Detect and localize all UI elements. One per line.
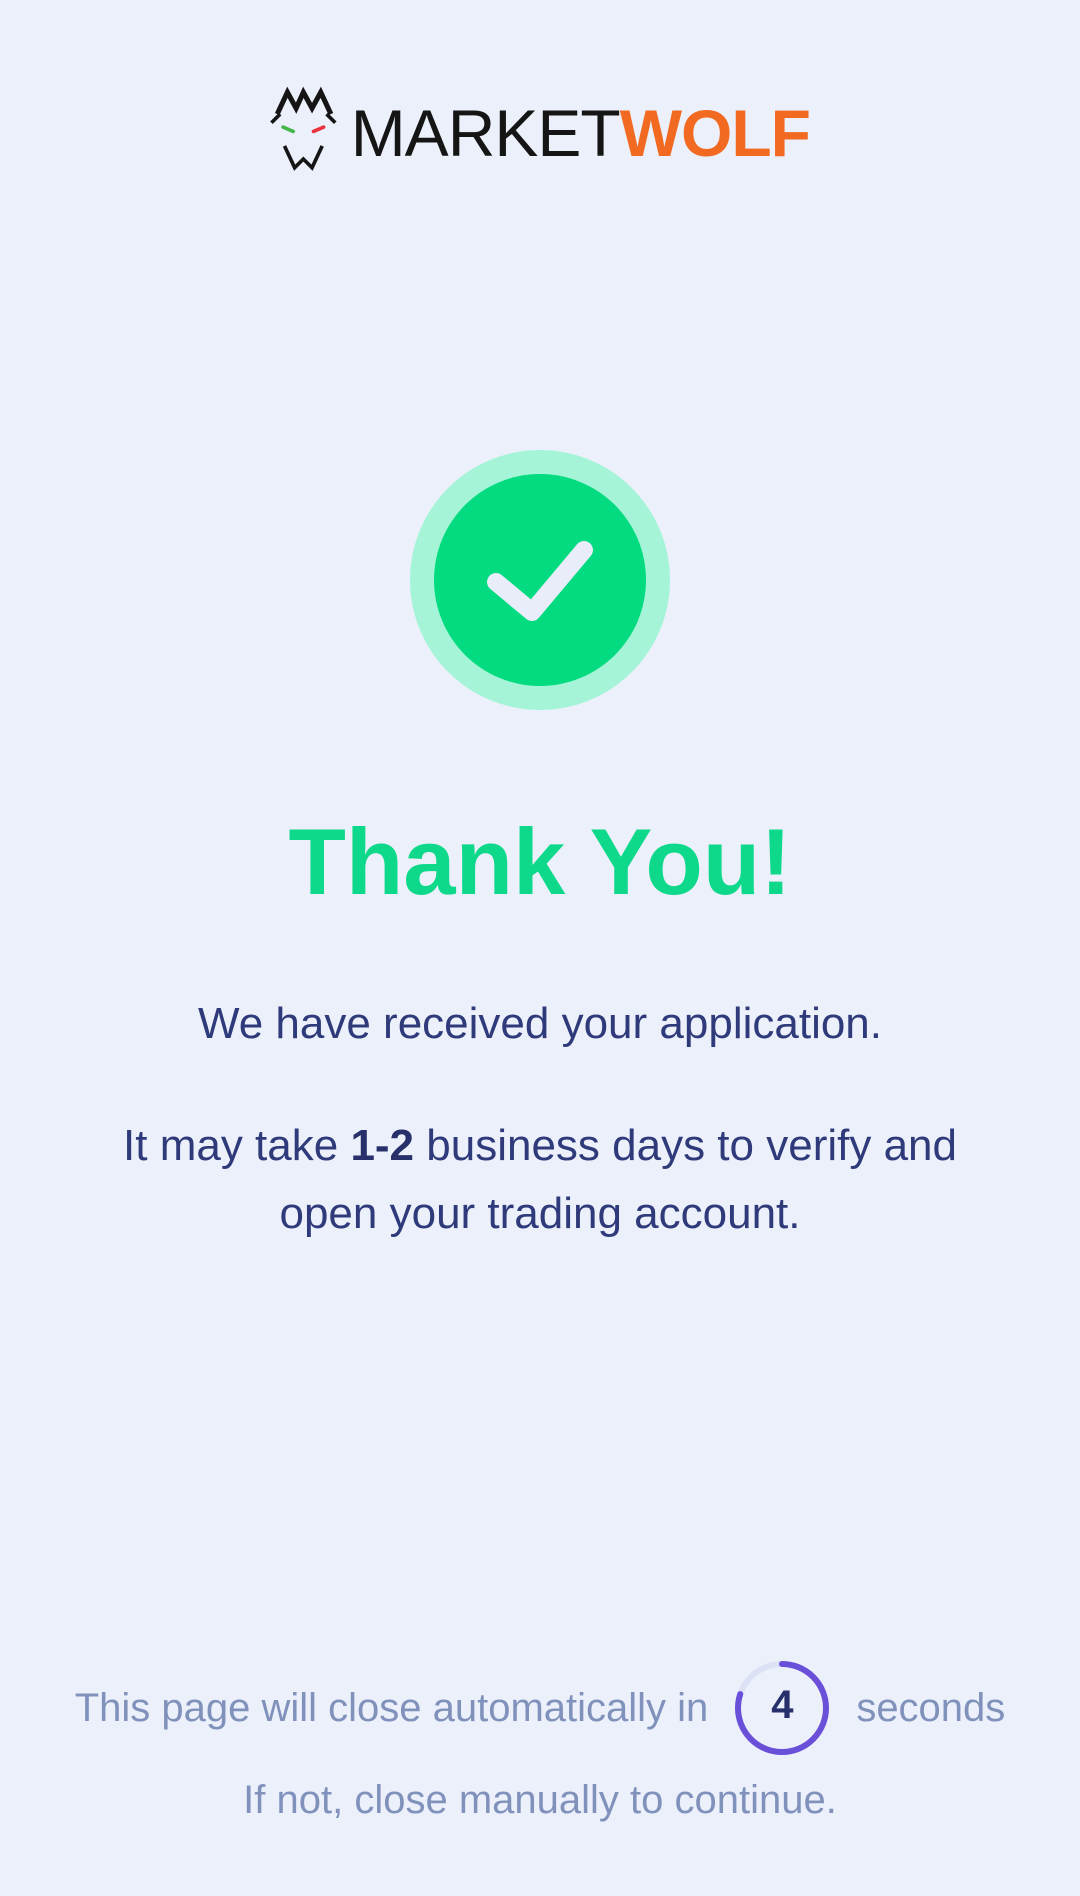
manual-close-note: If not, close manually to continue. <box>243 1778 837 1822</box>
brand-name-part1: MARKET <box>350 96 621 170</box>
countdown-timer: 4 <box>734 1660 830 1756</box>
auto-close-countdown: This page will close automatically in 4 … <box>0 1660 1080 1756</box>
countdown-prefix: This page will close automatically in <box>74 1685 709 1730</box>
message-line-timeline: It may take 1-2 business days to verify … <box>90 1112 990 1248</box>
brand-logo: MARKETWOLF <box>270 70 811 190</box>
message-line-received: We have received your application. <box>197 999 883 1048</box>
timeline-days: 1-2 <box>350 1121 415 1170</box>
timeline-prefix: It may take <box>123 1121 351 1170</box>
checkmark-icon <box>487 541 593 621</box>
wolf-head-icon <box>270 86 337 171</box>
success-circle <box>434 474 646 686</box>
confirmation-message: We have received your application. It ma… <box>90 990 990 1248</box>
countdown-suffix: seconds <box>856 1685 1006 1730</box>
brand-wordmark: MARKETWOLF <box>351 100 811 166</box>
countdown-value: 4 <box>771 1683 794 1727</box>
brand-name-part2: WOLF <box>619 96 811 170</box>
success-badge <box>410 450 670 710</box>
page-title: Thank You! <box>288 809 792 914</box>
